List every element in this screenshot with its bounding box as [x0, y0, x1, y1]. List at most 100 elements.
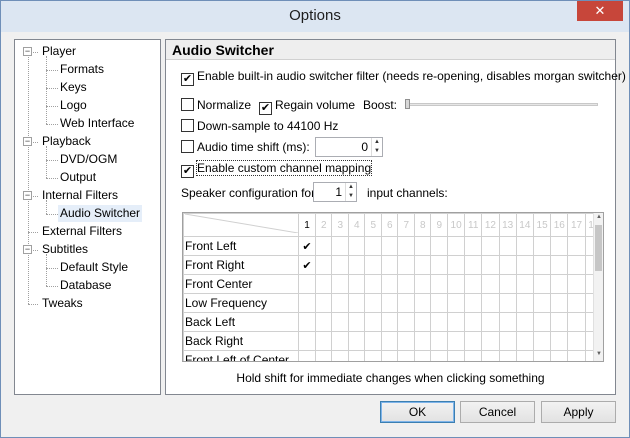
tree-item-database[interactable]: Database [58, 277, 113, 294]
grid-cell[interactable] [567, 312, 586, 332]
grid-cell[interactable] [364, 236, 382, 256]
grid-cell[interactable] [347, 255, 366, 275]
grid-cell[interactable] [464, 293, 483, 313]
grid-cell[interactable] [430, 331, 448, 351]
grid-cell[interactable] [567, 350, 586, 361]
grid-cell[interactable] [498, 350, 517, 361]
ok-button[interactable]: OK [380, 401, 455, 423]
grid-cell[interactable] [314, 331, 333, 351]
grid-cell[interactable] [298, 350, 316, 361]
tree-item-player[interactable]: Player [40, 43, 78, 60]
grid-cell[interactable] [464, 236, 483, 256]
collapse-icon[interactable]: − [23, 47, 32, 56]
grid-cell[interactable] [380, 236, 399, 256]
grid-cell[interactable] [331, 293, 349, 313]
grid-cell[interactable] [347, 236, 366, 256]
grid-cell[interactable] [446, 293, 466, 313]
grid-cell[interactable] [515, 255, 534, 275]
enable-switcher-check[interactable]: ✔ [181, 73, 194, 86]
tree-item-external-filters[interactable]: External Filters [40, 223, 124, 240]
tree-item-playback[interactable]: Playback [40, 133, 93, 150]
grid-cell[interactable] [298, 331, 316, 351]
grid-cell[interactable] [380, 331, 399, 351]
channel-mapping-grid[interactable]: 123456789101112131415161718Front Left✔Fr… [182, 212, 604, 362]
grid-cell[interactable] [314, 293, 333, 313]
grid-cell[interactable] [298, 312, 316, 332]
tree-item-internal-filters[interactable]: Internal Filters [40, 187, 120, 204]
time-shift-spin-buttons[interactable]: ▲ ▼ [371, 138, 382, 156]
grid-cell[interactable] [532, 255, 552, 275]
grid-cell[interactable] [498, 274, 517, 294]
grid-cell[interactable] [413, 274, 432, 294]
grid-cell[interactable] [364, 312, 382, 332]
grid-cell[interactable] [550, 312, 569, 332]
grid-cell[interactable] [464, 350, 483, 361]
grid-cell[interactable] [430, 312, 448, 332]
grid-cell[interactable] [446, 331, 466, 351]
grid-cell[interactable] [481, 293, 500, 313]
grid-cell[interactable] [532, 236, 552, 256]
grid-cell[interactable] [550, 350, 569, 361]
grid-cell[interactable] [413, 255, 432, 275]
grid-cell[interactable] [380, 255, 399, 275]
tree-item-dvd-ogm[interactable]: DVD/OGM [58, 151, 119, 168]
grid-cell[interactable] [567, 236, 586, 256]
grid-cell[interactable] [515, 236, 534, 256]
collapse-icon[interactable]: − [23, 245, 32, 254]
grid-cell[interactable] [532, 274, 552, 294]
collapse-icon[interactable]: − [23, 191, 32, 200]
tree-item-logo[interactable]: Logo [58, 97, 89, 114]
tree-item-tweaks[interactable]: Tweaks [40, 295, 85, 312]
grid-cell[interactable] [481, 312, 500, 332]
tree-item-subtitles[interactable]: Subtitles [40, 241, 90, 258]
grid-cell[interactable] [397, 236, 415, 256]
grid-cell[interactable] [413, 236, 432, 256]
grid-cell[interactable] [314, 255, 333, 275]
grid-cell[interactable] [481, 255, 500, 275]
grid-cell[interactable] [446, 350, 466, 361]
grid-cell[interactable] [567, 293, 586, 313]
enable-switcher-checkbox[interactable]: ✔ Enable built-in audio switcher filter (… [181, 69, 626, 86]
scroll-down-icon[interactable]: ▼ [595, 351, 603, 360]
scroll-thumb[interactable] [595, 225, 602, 271]
grid-cell[interactable] [364, 350, 382, 361]
grid-cell[interactable] [380, 312, 399, 332]
grid-cell[interactable] [347, 293, 366, 313]
grid-cell[interactable] [314, 312, 333, 332]
time-shift-check[interactable] [181, 140, 194, 153]
grid-cell[interactable] [314, 350, 333, 361]
grid-cell[interactable] [347, 274, 366, 294]
grid-cell[interactable] [298, 274, 316, 294]
grid-cell[interactable] [446, 274, 466, 294]
grid-cell[interactable] [515, 312, 534, 332]
grid-cell[interactable] [567, 274, 586, 294]
grid-cell[interactable] [515, 274, 534, 294]
grid-cell[interactable] [430, 274, 448, 294]
title-bar[interactable]: Options ✕ [1, 1, 629, 32]
grid-cell[interactable]: ✔ [298, 236, 316, 256]
boost-slider-thumb[interactable] [405, 99, 410, 109]
close-button[interactable]: ✕ [577, 1, 623, 21]
grid-cell[interactable] [464, 331, 483, 351]
grid-cell[interactable] [413, 350, 432, 361]
grid-cell[interactable] [413, 293, 432, 313]
speaker-count-spin-buttons[interactable]: ▲ ▼ [345, 183, 356, 201]
grid-cell[interactable] [498, 236, 517, 256]
grid-cell[interactable] [430, 236, 448, 256]
regain-volume-checkbox[interactable]: ✔ Regain volume [259, 98, 355, 115]
cancel-button[interactable]: Cancel [460, 401, 535, 423]
tree-item-audio-switcher[interactable]: Audio Switcher [58, 205, 143, 222]
grid-scrollbar[interactable]: ▲ ▼ [593, 213, 603, 361]
grid-cell[interactable] [532, 331, 552, 351]
grid-cell[interactable] [515, 350, 534, 361]
grid-cell[interactable] [550, 255, 569, 275]
grid-cell[interactable] [314, 274, 333, 294]
downsample-checkbox[interactable]: Down-sample to 44100 Hz [181, 119, 338, 133]
grid-cell[interactable] [498, 255, 517, 275]
grid-cell[interactable] [364, 274, 382, 294]
grid-cell[interactable] [532, 350, 552, 361]
grid-cell[interactable] [413, 331, 432, 351]
grid-cell[interactable] [298, 293, 316, 313]
grid-cell[interactable] [347, 350, 366, 361]
grid-cell[interactable] [314, 236, 333, 256]
